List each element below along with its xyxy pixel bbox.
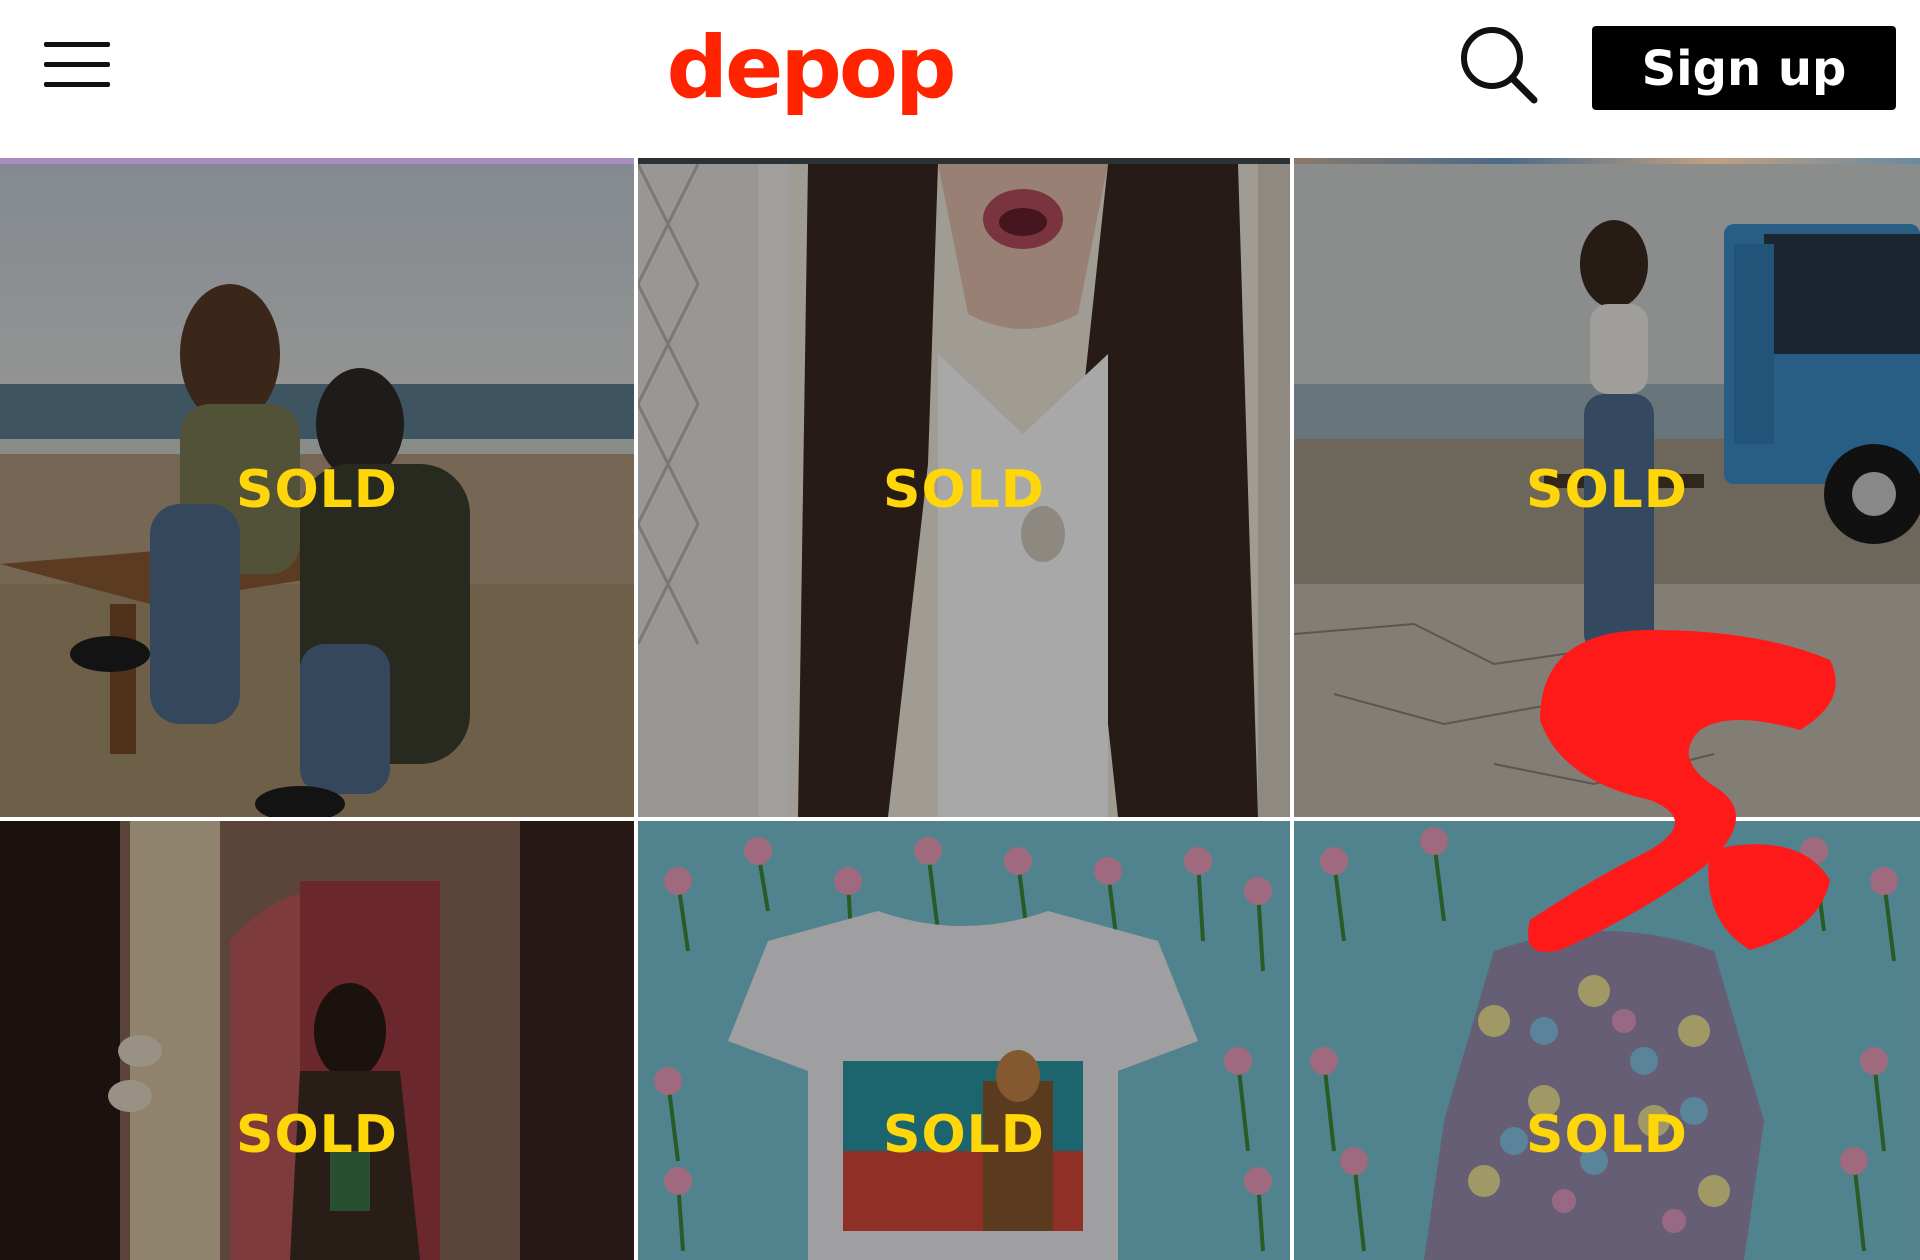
sold-label: SOLD [1526,1105,1688,1165]
sold-label: SOLD [236,460,398,520]
sign-up-button[interactable]: Sign up [1592,26,1896,110]
hamburger-menu-icon [44,42,110,88]
sold-shade [638,821,1290,1260]
product-tile[interactable]: SOLD [0,164,634,817]
depop-logo[interactable]: depop [640,18,980,118]
sold-shade [1294,821,1920,1260]
product-tile[interactable]: SOLD [638,821,1290,1260]
product-tile[interactable]: SOLD [638,164,1290,817]
product-tile[interactable]: SOLD [0,821,634,1260]
search-icon [1461,27,1538,104]
sold-label: SOLD [1526,460,1688,520]
product-tile[interactable]: SOLD [1294,821,1920,1260]
search-button[interactable] [1458,24,1540,106]
sold-label: SOLD [883,460,1045,520]
product-grid: SOLD SOLD SOLD SOLD SOLD SOLD [0,164,1920,1260]
sold-label: SOLD [883,1105,1045,1165]
menu-button[interactable] [44,42,110,88]
sold-label: SOLD [236,1105,398,1165]
sold-shade [0,821,634,1260]
product-tile[interactable]: SOLD [1294,164,1920,817]
site-header: depop Sign up [0,0,1920,158]
